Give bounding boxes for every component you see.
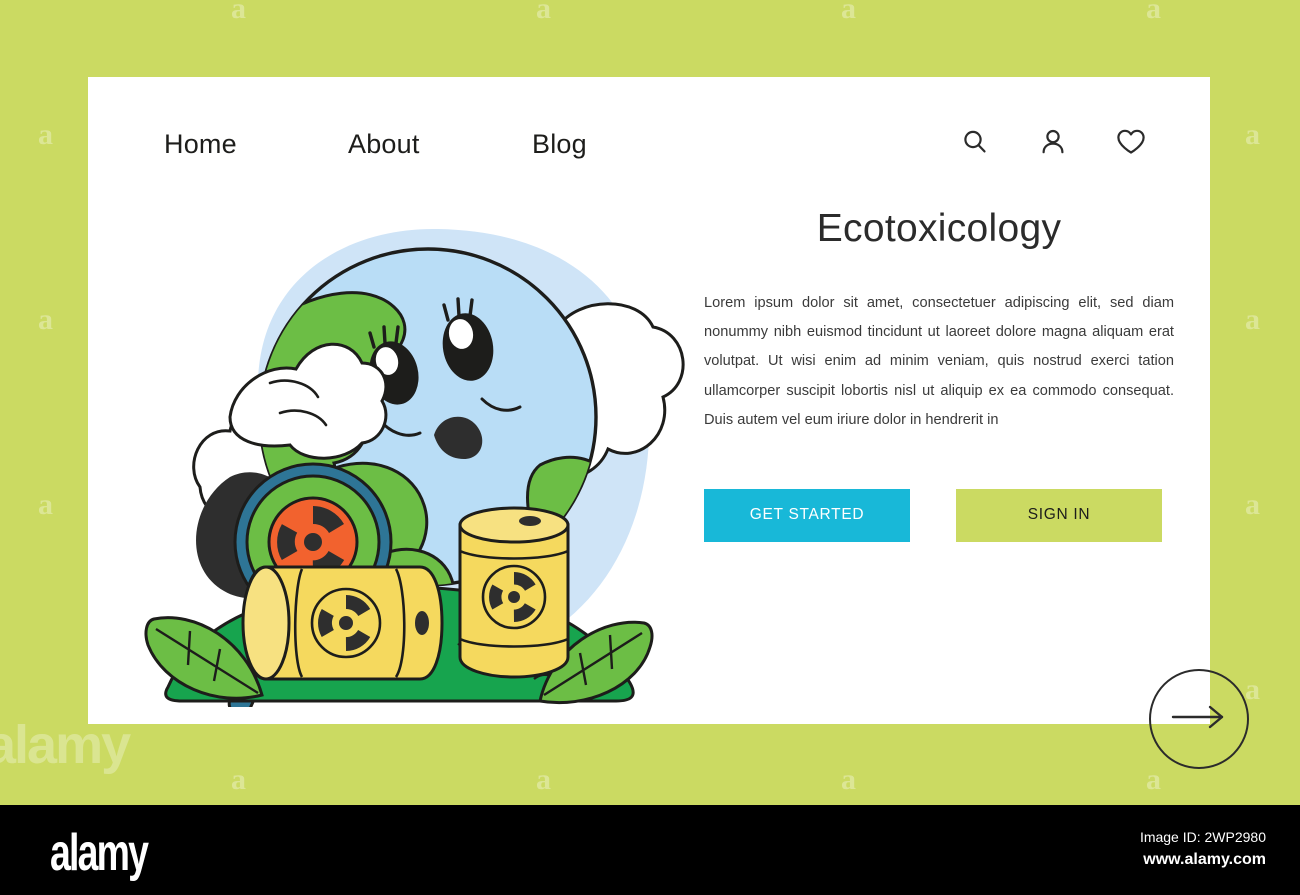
sign-in-button[interactable]: SIGN IN: [956, 488, 1162, 542]
watermark-letter: a: [1146, 0, 1161, 25]
watermark-letter: a: [841, 763, 856, 796]
watermark-letter: a: [38, 118, 53, 151]
hero-description: Lorem ipsum dolor sit amet, consectetuer…: [704, 295, 1174, 428]
watermark-letter: a: [38, 303, 53, 336]
nav-link-about[interactable]: About: [348, 129, 532, 160]
barrel-lying: [241, 565, 444, 681]
barrel-cap: [519, 516, 541, 526]
watermark-letter: a: [1146, 763, 1161, 796]
hero-action-buttons: GET STARTED SIGN IN: [704, 488, 1174, 542]
heart-icon[interactable]: [1114, 125, 1148, 159]
barrel-cap: [415, 611, 429, 635]
watermark-letter: a: [536, 0, 551, 25]
watermark-letter: a: [1245, 488, 1260, 521]
earth-hand: [228, 342, 388, 460]
nav-icon-group: [958, 125, 1148, 159]
hero-content: Ecotoxicology Lorem ipsum dolor sit amet…: [704, 207, 1249, 769]
watermark-letter: a: [38, 488, 53, 521]
watermark-wordmark: alamy: [0, 715, 131, 775]
image-id-label: Image ID: 2WP2980: [1139, 829, 1266, 845]
watermark-letter: a: [1245, 673, 1260, 706]
stock-photo-footer: alamy Image ID: 2WP2980 www.alamy.com: [0, 805, 1300, 895]
footer-meta: Image ID: 2WP2980 www.alamy.com: [1140, 829, 1266, 869]
landing-page-card: Home About Blog Ecotoxicology Lorem ipsu…: [88, 77, 1249, 769]
watermark-letter: a: [841, 0, 856, 25]
watermark-letter: a: [231, 0, 246, 25]
nav-links: Home About Blog: [164, 129, 716, 160]
alamy-logo: alamy: [50, 824, 149, 882]
watermark-letter: a: [1245, 303, 1260, 336]
nav-link-blog[interactable]: Blog: [532, 129, 716, 160]
arrow-right-icon: [1170, 704, 1228, 735]
watermark-letter: a: [536, 763, 551, 796]
alamy-url: www.alamy.com: [1143, 851, 1266, 868]
page-stage: a a a a a a a a a a a a a a a alamy Home…: [0, 0, 1300, 895]
watermark-letter: a: [231, 763, 246, 796]
search-icon[interactable]: [958, 125, 992, 159]
page-title: Ecotoxicology: [816, 207, 1062, 250]
nav-link-home[interactable]: Home: [164, 129, 348, 160]
next-slide-button[interactable]: [1149, 669, 1249, 769]
user-icon[interactable]: [1036, 125, 1070, 159]
earth-ecotoxicology-illustration: [138, 187, 698, 707]
barrel-upright: [458, 506, 570, 679]
get-started-button[interactable]: GET STARTED: [704, 488, 910, 542]
watermark-letter: a: [1245, 118, 1260, 151]
